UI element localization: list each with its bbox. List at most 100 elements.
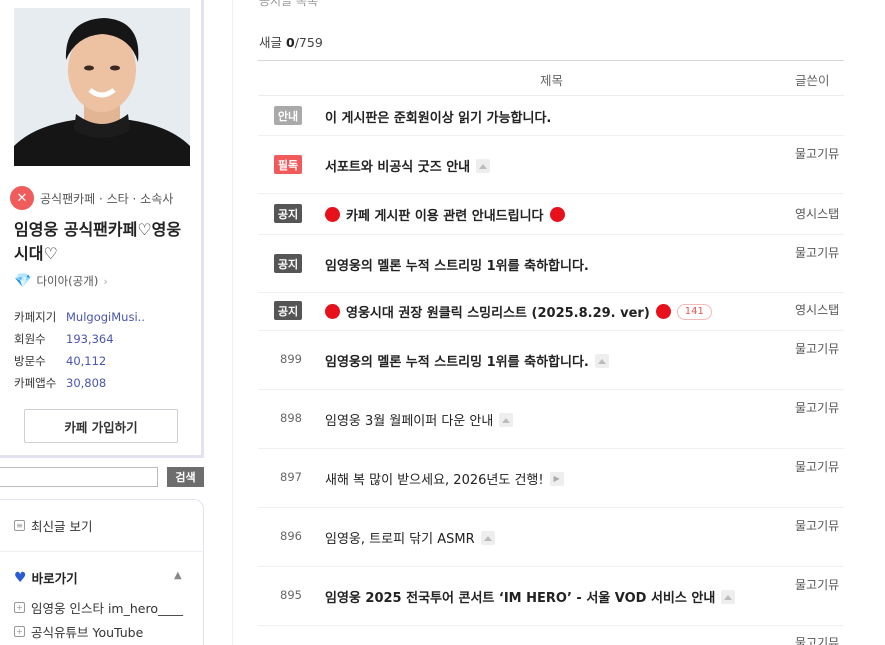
red-circle-icon bbox=[655, 304, 671, 319]
red-circle-icon bbox=[325, 207, 340, 222]
link-icon: + bbox=[14, 626, 25, 637]
total-count: /759 bbox=[294, 35, 323, 50]
post-author[interactable]: 물고기뮤 l bbox=[795, 244, 844, 263]
stat-visits: 방문수 40,112 bbox=[14, 350, 145, 372]
stat-value: 30,808 bbox=[66, 376, 107, 390]
grade-label: 다이아(공개) bbox=[36, 274, 99, 288]
table-row[interactable]: 공지 카페 게시판 이용 관련 안내드립니다 영시스탭 bbox=[258, 194, 844, 235]
table-row[interactable]: 안내 이 게시판은 준회원이상 읽기 가능합니다. bbox=[258, 96, 844, 136]
cafe-name[interactable]: 임영웅 공식팬카페♡영웅시대♡ bbox=[14, 218, 194, 266]
image-attachment-icon bbox=[499, 412, 514, 427]
cafe-search-input[interactable] bbox=[0, 467, 158, 487]
post-author[interactable]: 물고기뮤 l bbox=[795, 517, 844, 536]
image-attachment-icon bbox=[476, 158, 491, 173]
post-title-link[interactable]: 임영웅의 멜론 누적 스트리밍 1위를 축하합니다. bbox=[325, 351, 609, 370]
post-title: 임영웅 3월 월페이퍼 다운 안내 bbox=[325, 414, 494, 429]
post-title-link[interactable]: 임영웅, 트로피 닦기 ASMR bbox=[325, 528, 495, 547]
notice-badge: 공지 bbox=[274, 204, 302, 223]
stat-value[interactable]: 193,364 bbox=[66, 328, 114, 350]
post-author[interactable]: 물고기뮤 l bbox=[795, 340, 844, 359]
category-label: 공식팬카페 · 스타 · 소속사 bbox=[40, 191, 174, 206]
stat-value: 40,112 bbox=[66, 354, 107, 368]
table-row[interactable]: 899 임영웅의 멜론 누적 스트리밍 1위를 축하합니다. 물고기뮤 l bbox=[258, 331, 844, 390]
post-author[interactable]: 물고기뮤 bbox=[795, 634, 844, 645]
board-crumb: 공지글 목록 bbox=[259, 0, 319, 8]
stat-key: 카페지기 bbox=[14, 310, 57, 324]
table-row[interactable]: 공지 임영웅의 멜론 누적 스트리밍 1위를 축하합니다. 물고기뮤 l bbox=[258, 235, 844, 293]
post-title-link[interactable]: 이 게시판은 준회원이상 읽기 가능합니다. bbox=[325, 107, 551, 126]
shortcut-link-instagram[interactable]: + 임영웅 인스타 im_hero____ bbox=[14, 598, 183, 617]
image-attachment-icon bbox=[480, 530, 495, 545]
post-number: 897 bbox=[280, 470, 302, 484]
post-title-link[interactable]: 카페 게시판 이용 관련 안내드립니다 bbox=[325, 205, 565, 224]
table-row[interactable]: 896 임영웅, 트로피 닦기 ASMR 물고기뮤 l bbox=[258, 508, 844, 567]
table-row[interactable]: 물고기뮤 bbox=[258, 626, 844, 645]
shortcut-link-youtube[interactable]: + 공식유튜브 YouTube bbox=[14, 622, 143, 641]
post-title: 서포트와 비공식 굿즈 안내 bbox=[325, 160, 471, 175]
post-title-link[interactable]: 임영웅 2025 전국투어 콘서트 ‘IM HERO’ - 서울 VOD 서비스… bbox=[325, 587, 736, 606]
cafe-profile-photo[interactable] bbox=[14, 8, 190, 166]
post-title: 임영웅의 멜론 누적 스트리밍 1위를 축하합니다. bbox=[325, 259, 589, 274]
join-cafe-button[interactable]: 카페 가입하기 bbox=[24, 409, 178, 443]
chevron-right-icon: › bbox=[103, 274, 108, 288]
profile-portrait-image bbox=[14, 8, 190, 166]
comment-count-badge[interactable]: 141 bbox=[676, 303, 712, 320]
post-author[interactable]: 영시스탭 bbox=[795, 301, 844, 320]
post-title-link[interactable]: 임영웅의 멜론 누적 스트리밍 1위를 축하합니다. bbox=[325, 255, 589, 274]
list-icon: ≡ bbox=[14, 520, 25, 531]
category-icon: ✕ bbox=[10, 186, 34, 210]
column-title: 제목 bbox=[540, 73, 564, 88]
column-divider bbox=[232, 0, 233, 645]
post-title-link[interactable]: 서포트와 비공식 굿즈 안내 bbox=[325, 156, 491, 175]
post-author[interactable]: 물고기뮤 l bbox=[795, 145, 844, 164]
post-title: 임영웅, 트로피 닦기 ASMR bbox=[325, 532, 475, 547]
link-icon: + bbox=[14, 602, 25, 613]
post-title-link[interactable]: 영웅시대 권장 원클릭 스밍리스트 (2025.8.29. ver) 141 bbox=[325, 302, 712, 321]
post-list: 제목 글쓴이 안내 이 게시판은 준회원이상 읽기 가능합니다. 필독 서포트와… bbox=[258, 60, 844, 645]
stat-key: 방문수 bbox=[14, 354, 46, 368]
stat-key: 회원수 bbox=[14, 332, 46, 346]
post-author[interactable]: 물고기뮤 l bbox=[795, 399, 844, 418]
post-title-link[interactable]: 새해 복 많이 받으세요, 2026년도 건행! ▶ bbox=[325, 469, 564, 488]
post-title: 임영웅 2025 전국투어 콘서트 ‘IM HERO’ - 서울 VOD 서비스… bbox=[325, 591, 716, 606]
diamond-icon: 💎 bbox=[14, 273, 32, 289]
table-row[interactable]: 897 새해 복 많이 받으세요, 2026년도 건행! ▶ 물고기뮤 l bbox=[258, 449, 844, 508]
shortcut-label: 바로가기 bbox=[31, 571, 78, 586]
post-number: 895 bbox=[280, 588, 302, 602]
stat-members: 회원수 193,364 bbox=[14, 328, 145, 350]
heart-icon: ♥ bbox=[14, 569, 27, 586]
post-title: 영웅시대 권장 원클릭 스밍리스트 (2025.8.29. ver) bbox=[346, 306, 650, 321]
cafe-stats: 카페지기 MulgogiMusi.. 회원수 193,364 방문수 40,112 카… bbox=[14, 306, 145, 394]
stat-value[interactable]: MulgogiMusi.. bbox=[66, 306, 145, 328]
cafe-grade[interactable]: 💎 다이아(공개) › bbox=[14, 273, 108, 289]
new-count: 0 bbox=[286, 35, 295, 50]
video-attachment-icon: ▶ bbox=[549, 471, 564, 486]
post-title: 카페 게시판 이용 관련 안내드립니다 bbox=[346, 209, 544, 224]
collapse-icon[interactable]: ▲ bbox=[174, 570, 182, 581]
shortcut-header[interactable]: ♥ 바로가기 bbox=[14, 568, 78, 587]
post-number: 896 bbox=[280, 529, 302, 543]
post-author[interactable]: 물고기뮤 l bbox=[795, 576, 844, 595]
link-label: 임영웅 인스타 im_hero____ bbox=[31, 601, 183, 616]
table-row[interactable]: 필독 서포트와 비공식 굿즈 안내 물고기뮤 l bbox=[258, 136, 844, 194]
post-author[interactable]: 영시스탭 bbox=[795, 205, 844, 224]
image-attachment-icon bbox=[721, 589, 736, 604]
table-row[interactable]: 898 임영웅 3월 월페이퍼 다운 안내 물고기뮤 l bbox=[258, 390, 844, 449]
recent-posts-label: 최신글 보기 bbox=[31, 519, 93, 534]
recent-posts-link[interactable]: ≡ 최신글 보기 bbox=[14, 516, 92, 535]
post-title: 이 게시판은 준회원이상 읽기 가능합니다. bbox=[325, 111, 552, 126]
notice-badge: 공지 bbox=[274, 254, 302, 273]
table-row[interactable]: 895 임영웅 2025 전국투어 콘서트 ‘IM HERO’ - 서울 VOD… bbox=[258, 567, 844, 626]
table-row[interactable]: 공지 영웅시대 권장 원클릭 스밍리스트 (2025.8.29. ver) 141… bbox=[258, 293, 844, 331]
post-number: 898 bbox=[280, 411, 302, 425]
link-label: 공식유튜브 YouTube bbox=[31, 625, 144, 640]
search-button[interactable]: 검색 bbox=[167, 467, 204, 487]
notice-badge: 안내 bbox=[274, 106, 302, 125]
post-title-link[interactable]: 임영웅 3월 월페이퍼 다운 안내 bbox=[325, 410, 514, 429]
post-author[interactable]: 물고기뮤 l bbox=[795, 458, 844, 477]
new-label: 새글 bbox=[259, 35, 283, 50]
stat-manager: 카페지기 MulgogiMusi.. bbox=[14, 306, 145, 328]
new-post-count: 새글 0/759 bbox=[259, 32, 323, 51]
post-title: 임영웅의 멜론 누적 스트리밍 1위를 축하합니다. bbox=[325, 355, 589, 370]
cafe-category: ✕ 공식팬카페 · 스타 · 소속사 bbox=[10, 186, 173, 210]
